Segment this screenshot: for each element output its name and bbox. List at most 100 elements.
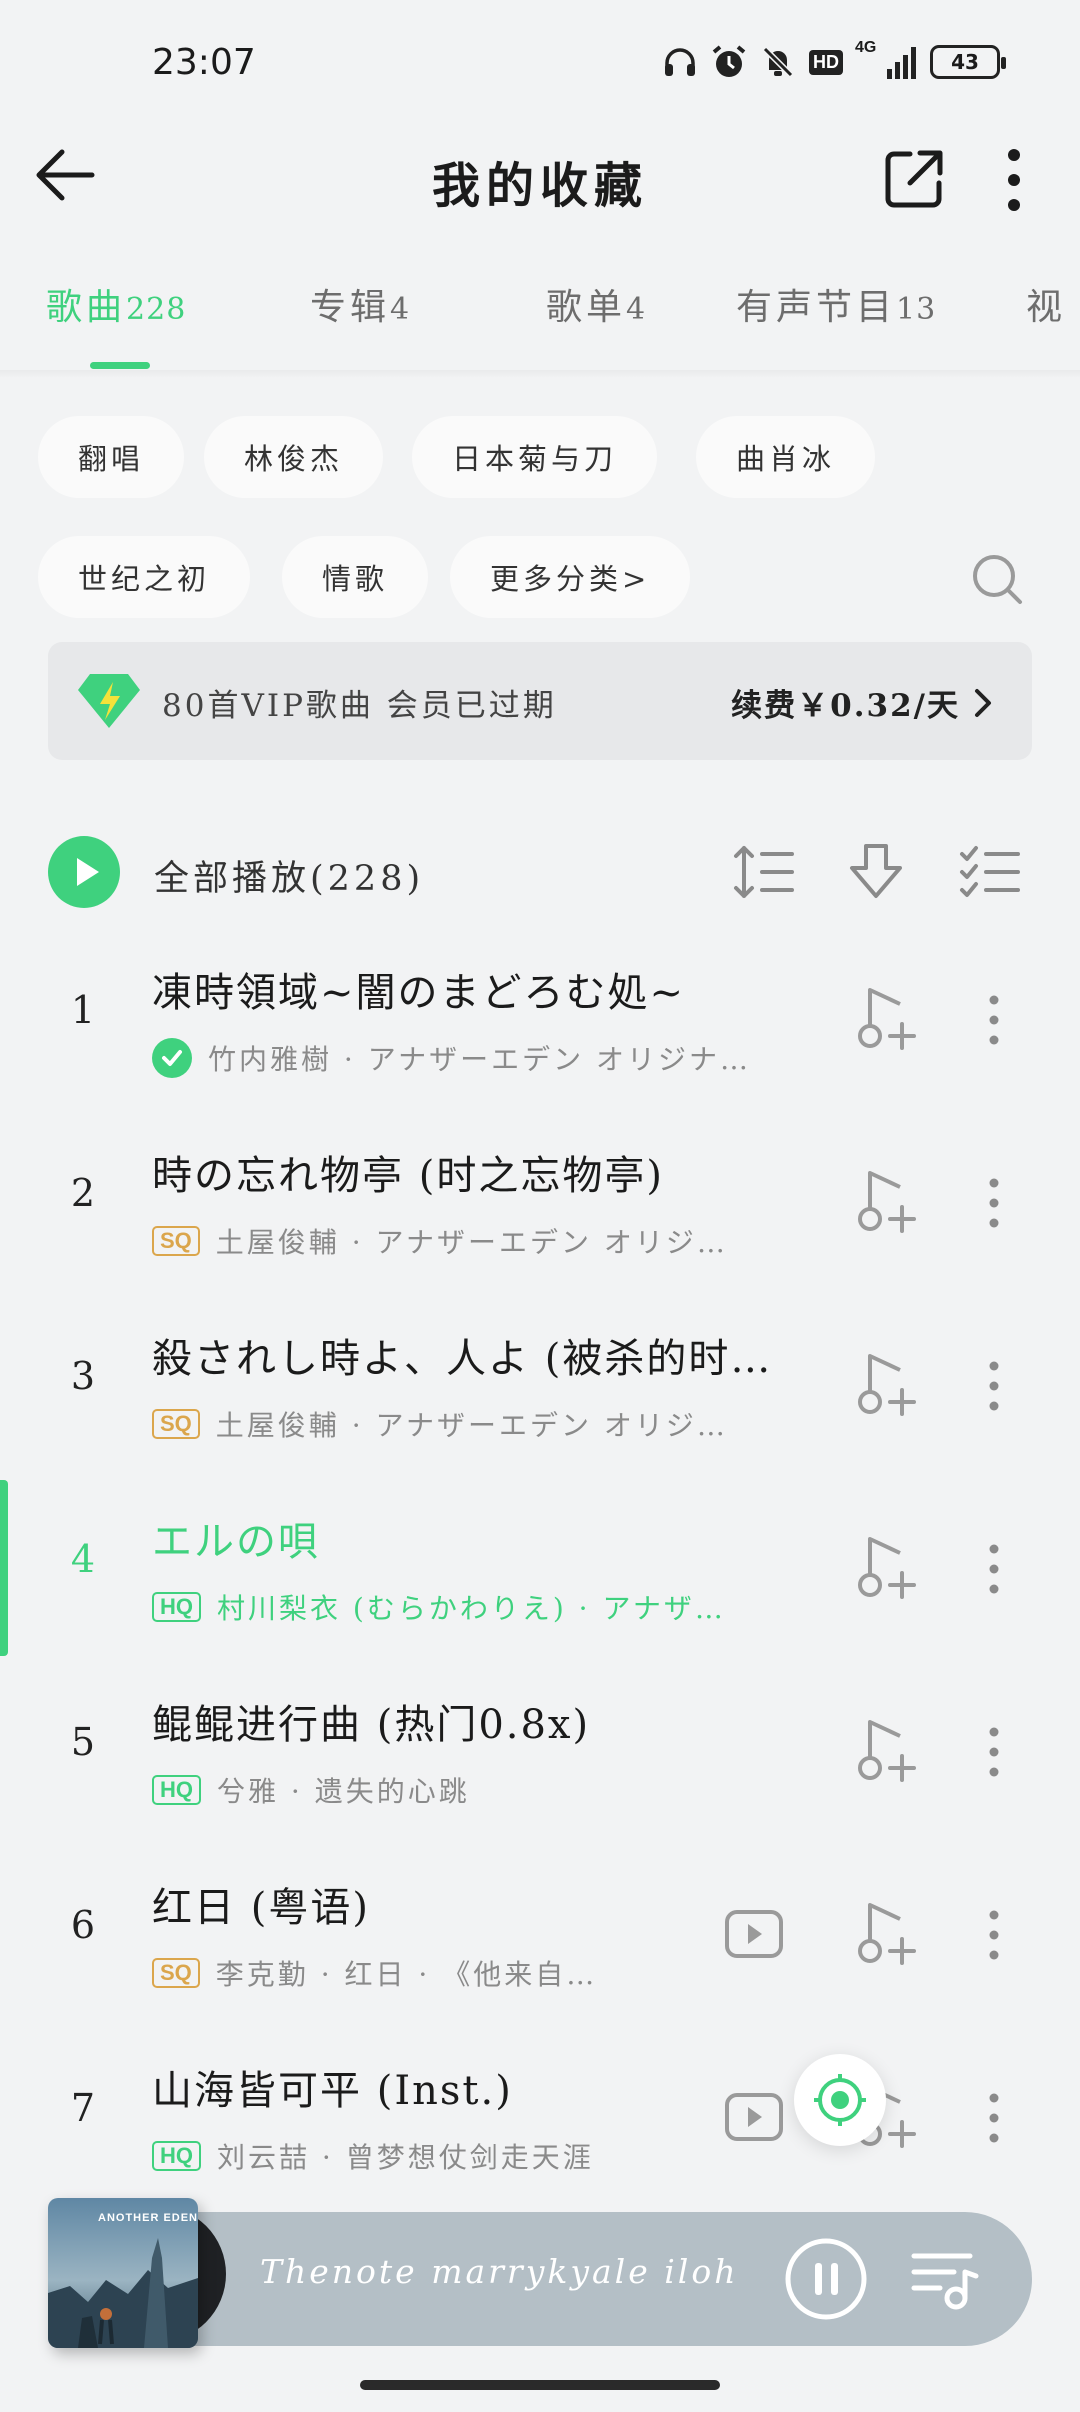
- song-title: 山海皆可平 (Inst.): [152, 2068, 513, 2114]
- add-to-playlist-icon: [858, 988, 916, 1050]
- album-cover[interactable]: ANOTHER EDEN: [48, 2198, 198, 2348]
- song-more-button[interactable]: [974, 1350, 1014, 1422]
- mv-button[interactable]: [724, 1909, 784, 1959]
- play-all-button[interactable]: [48, 836, 120, 908]
- add-to-playlist-icon: [858, 1354, 916, 1416]
- bell-mute-icon: [761, 45, 795, 79]
- song-index: 7: [70, 2086, 96, 2130]
- tab-albums[interactable]: 专辑4: [310, 278, 410, 330]
- search-icon: [973, 555, 1022, 604]
- alarm-icon: [712, 45, 746, 77]
- download-icon: [850, 844, 902, 898]
- chevron-right-icon: [975, 688, 991, 717]
- song-title: 凍時領域~闇のまどろむ処~: [152, 970, 686, 1016]
- vip-renew-link[interactable]: 续费￥0.32/天: [731, 680, 992, 725]
- song-row[interactable]: 3 殺されし時よ、人よ (被杀的时… SQ 土屋俊輔 · アナザーエデン オリジ…: [0, 1296, 1080, 1478]
- chip-qu-xiaobing[interactable]: 曲肖冰: [696, 416, 876, 498]
- more-menu-button[interactable]: [990, 145, 1038, 215]
- quality-badge: SQ: [152, 1958, 200, 1988]
- tab-playlists[interactable]: 歌单4: [546, 278, 646, 330]
- chip-chrysanthemum-sword[interactable]: 日本菊与刀: [412, 416, 658, 498]
- checklist-icon: [960, 846, 1020, 897]
- song-meta: HQ 兮雅 · 遗失的心跳: [152, 1768, 832, 1812]
- video-play-icon: [725, 1910, 783, 1958]
- more-vertical-icon: [989, 1544, 999, 1594]
- share-external-icon: [885, 150, 943, 208]
- renew-price-label: 续费￥0.32/天: [731, 688, 960, 724]
- add-to-playlist-button[interactable]: [856, 984, 920, 1056]
- song-subtitle: 土屋俊輔 · アナザーエデン オリジ…: [215, 1409, 728, 1442]
- add-to-playlist-icon: [858, 1720, 916, 1782]
- battery-icon: 43: [930, 45, 1006, 79]
- add-to-playlist-button[interactable]: [856, 1167, 920, 1239]
- chip-love-songs[interactable]: 情歌: [282, 536, 429, 618]
- add-to-playlist-button[interactable]: [856, 1716, 920, 1788]
- song-more-button[interactable]: [974, 2082, 1014, 2154]
- song-row[interactable]: 6 红日 (粤语) SQ 李克勤 · 红日 · 《他来自…: [0, 1845, 1080, 2027]
- song-row[interactable]: 4 エルの唄 HQ 村川梨衣 (むらかわりえ) · アナザ…: [0, 1479, 1080, 1661]
- song-more-button[interactable]: [974, 1167, 1014, 1239]
- current-lyric: Thenote marrykyale iloh: [260, 2252, 739, 2291]
- signal-icon: 4G: [855, 39, 916, 79]
- arrow-left-icon: [36, 149, 95, 201]
- now-playing-indicator: [0, 1480, 8, 1656]
- song-title: 鲲鲲进行曲 (热门0.8x): [152, 1702, 591, 1748]
- tab-songs[interactable]: 歌曲228: [46, 278, 186, 330]
- song-subtitle: 兮雅 · 遗失的心跳: [217, 1775, 470, 1808]
- multi-select-button[interactable]: [956, 838, 1024, 906]
- back-button[interactable]: [30, 140, 100, 210]
- locate-playing-button[interactable]: [794, 2054, 886, 2146]
- add-to-playlist-button[interactable]: [856, 1899, 920, 1971]
- share-button[interactable]: [880, 145, 948, 213]
- song-index: 3: [70, 1354, 96, 1398]
- sort-button[interactable]: [730, 838, 798, 906]
- add-to-playlist-button[interactable]: [856, 1533, 920, 1605]
- mv-button[interactable]: [724, 2092, 784, 2142]
- tab-count: 4: [626, 292, 647, 327]
- add-to-playlist-icon: [858, 1537, 916, 1599]
- tab-audio-programs[interactable]: 有声节目13: [736, 278, 936, 330]
- quality-badge: HQ: [152, 2141, 201, 2171]
- tab-count: 228: [126, 292, 187, 327]
- song-row[interactable]: 2 時の忘れ物亭 (时之忘物亭) SQ 土屋俊輔 · アナザーエデン オリジ…: [0, 1113, 1080, 1295]
- song-row[interactable]: 7 山海皆可平 (Inst.) HQ 刘云喆 · 曾梦想仗剑走天涯: [0, 2028, 1080, 2210]
- chip-century-beginning[interactable]: 世纪之初: [38, 536, 251, 618]
- vip-banner[interactable]: 80首VIP歌曲 会员已过期 续费￥0.32/天: [48, 642, 1032, 760]
- song-subtitle: 李克勤 · 红日 · 《他来自…: [215, 1958, 598, 1991]
- song-more-button[interactable]: [974, 1533, 1014, 1605]
- song-index: 6: [70, 1903, 96, 1947]
- pause-button[interactable]: [784, 2237, 868, 2321]
- add-to-playlist-button[interactable]: [856, 1350, 920, 1422]
- network-label: 4G: [855, 39, 877, 56]
- chip-more-categories[interactable]: 更多分类>: [450, 536, 691, 618]
- play-all-label[interactable]: 全部播放(228): [154, 850, 424, 901]
- vip-status-text: 80首VIP歌曲 会员已过期: [162, 688, 557, 724]
- song-more-button[interactable]: [974, 1716, 1014, 1788]
- quality-badge: SQ: [152, 1409, 200, 1439]
- headphones-icon: [665, 48, 695, 76]
- tab-count: 13: [896, 292, 937, 327]
- tab-videos[interactable]: 视: [1026, 278, 1066, 330]
- song-title: 红日 (粤语): [152, 1885, 370, 1931]
- song-meta: SQ 土屋俊輔 · アナザーエデン オリジ…: [152, 1402, 832, 1446]
- song-subtitle: 村川梨衣 (むらかわりえ) · アナザ…: [217, 1592, 726, 1625]
- song-row[interactable]: 1 凍時領域~闇のまどろむ処~ 竹内雅樹 · アナザーエデン オリジナ…: [0, 930, 1080, 1112]
- chip-jj-lin[interactable]: 林俊杰: [204, 416, 384, 498]
- search-button[interactable]: [966, 548, 1030, 612]
- download-button[interactable]: [842, 838, 910, 906]
- status-icons: HD 4G 43: [663, 39, 1006, 80]
- song-row[interactable]: 5 鲲鲲进行曲 (热门0.8x) HQ 兮雅 · 遗失的心跳: [0, 1662, 1080, 1844]
- song-more-button[interactable]: [974, 1899, 1014, 1971]
- home-indicator: [360, 2380, 720, 2390]
- tab-label: 专辑: [310, 287, 391, 328]
- playlist-button[interactable]: [910, 2248, 980, 2310]
- song-subtitle: 竹内雅樹 · アナザーエデン オリジナ…: [208, 1043, 752, 1076]
- chip-cover[interactable]: 翻唱: [38, 416, 185, 498]
- tab-label: 歌曲: [46, 287, 127, 328]
- play-icon: [77, 858, 99, 886]
- song-more-button[interactable]: [974, 984, 1014, 1056]
- tab-count: 4: [390, 292, 411, 327]
- battery-level: 43: [951, 50, 979, 74]
- song-index: 2: [70, 1171, 96, 1215]
- more-vertical-icon: [1008, 149, 1020, 211]
